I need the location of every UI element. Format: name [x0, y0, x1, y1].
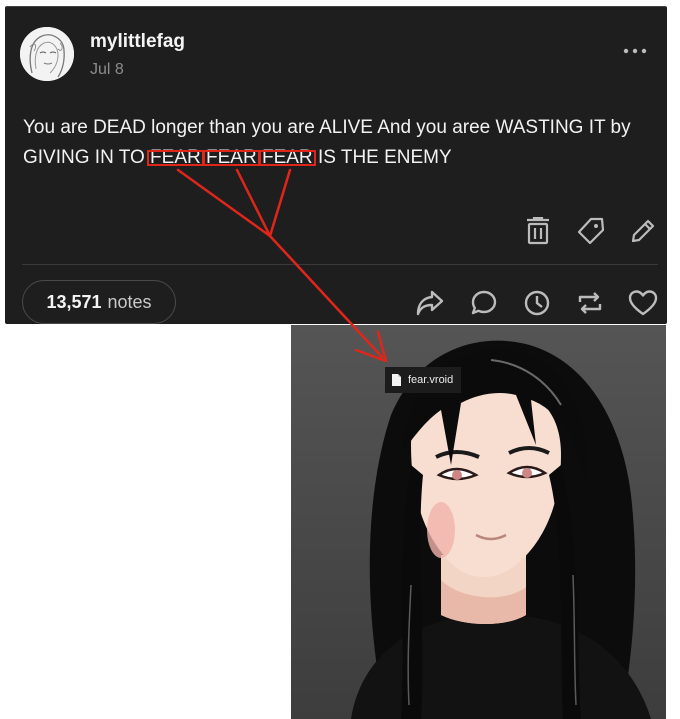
highlighted-word-fear-3: FEAR	[258, 147, 316, 168]
post-text-suffix: IS THE ENEMY	[312, 147, 452, 168]
post-text-prefix: GIVING IN TO	[23, 147, 151, 168]
clock-icon[interactable]	[520, 286, 554, 320]
username[interactable]: mylittlefag	[90, 31, 185, 53]
notes-count: 13,571	[46, 291, 102, 312]
tag-icon[interactable]	[574, 214, 608, 248]
character-render-image: fear.vroid	[291, 325, 666, 719]
post-date[interactable]: Jul 8	[90, 61, 124, 79]
post-text-line-1: You are DEAD longer than you are ALIVE A…	[23, 117, 631, 138]
share-icon[interactable]	[413, 286, 447, 320]
file-tooltip: fear.vroid	[385, 367, 462, 393]
post-text-line-2: GIVING IN TO FEAR FEAR FEAR IS THE ENEMY	[23, 143, 663, 173]
character-illustration	[291, 325, 666, 719]
divider	[22, 264, 658, 265]
notes-count-button[interactable]: 13,571 notes	[22, 280, 176, 324]
pencil-icon[interactable]	[626, 214, 660, 248]
notes-label: notes	[107, 291, 152, 312]
trash-icon[interactable]	[521, 214, 555, 248]
more-options-icon[interactable]	[621, 43, 649, 59]
highlighted-word-fear-2: FEAR	[203, 147, 260, 168]
avatar[interactable]	[20, 27, 74, 81]
comment-icon[interactable]	[467, 286, 501, 320]
heart-icon[interactable]	[626, 286, 660, 320]
reblog-icon[interactable]	[573, 286, 607, 320]
file-name: fear.vroid	[408, 374, 454, 386]
highlighted-word-fear-1: FEAR	[147, 147, 204, 168]
post-body: You are DEAD longer than you are ALIVE A…	[23, 113, 663, 173]
file-icon	[392, 374, 401, 386]
tumblr-post: mylittlefag Jul 8 You are DEAD longer th…	[5, 6, 667, 324]
